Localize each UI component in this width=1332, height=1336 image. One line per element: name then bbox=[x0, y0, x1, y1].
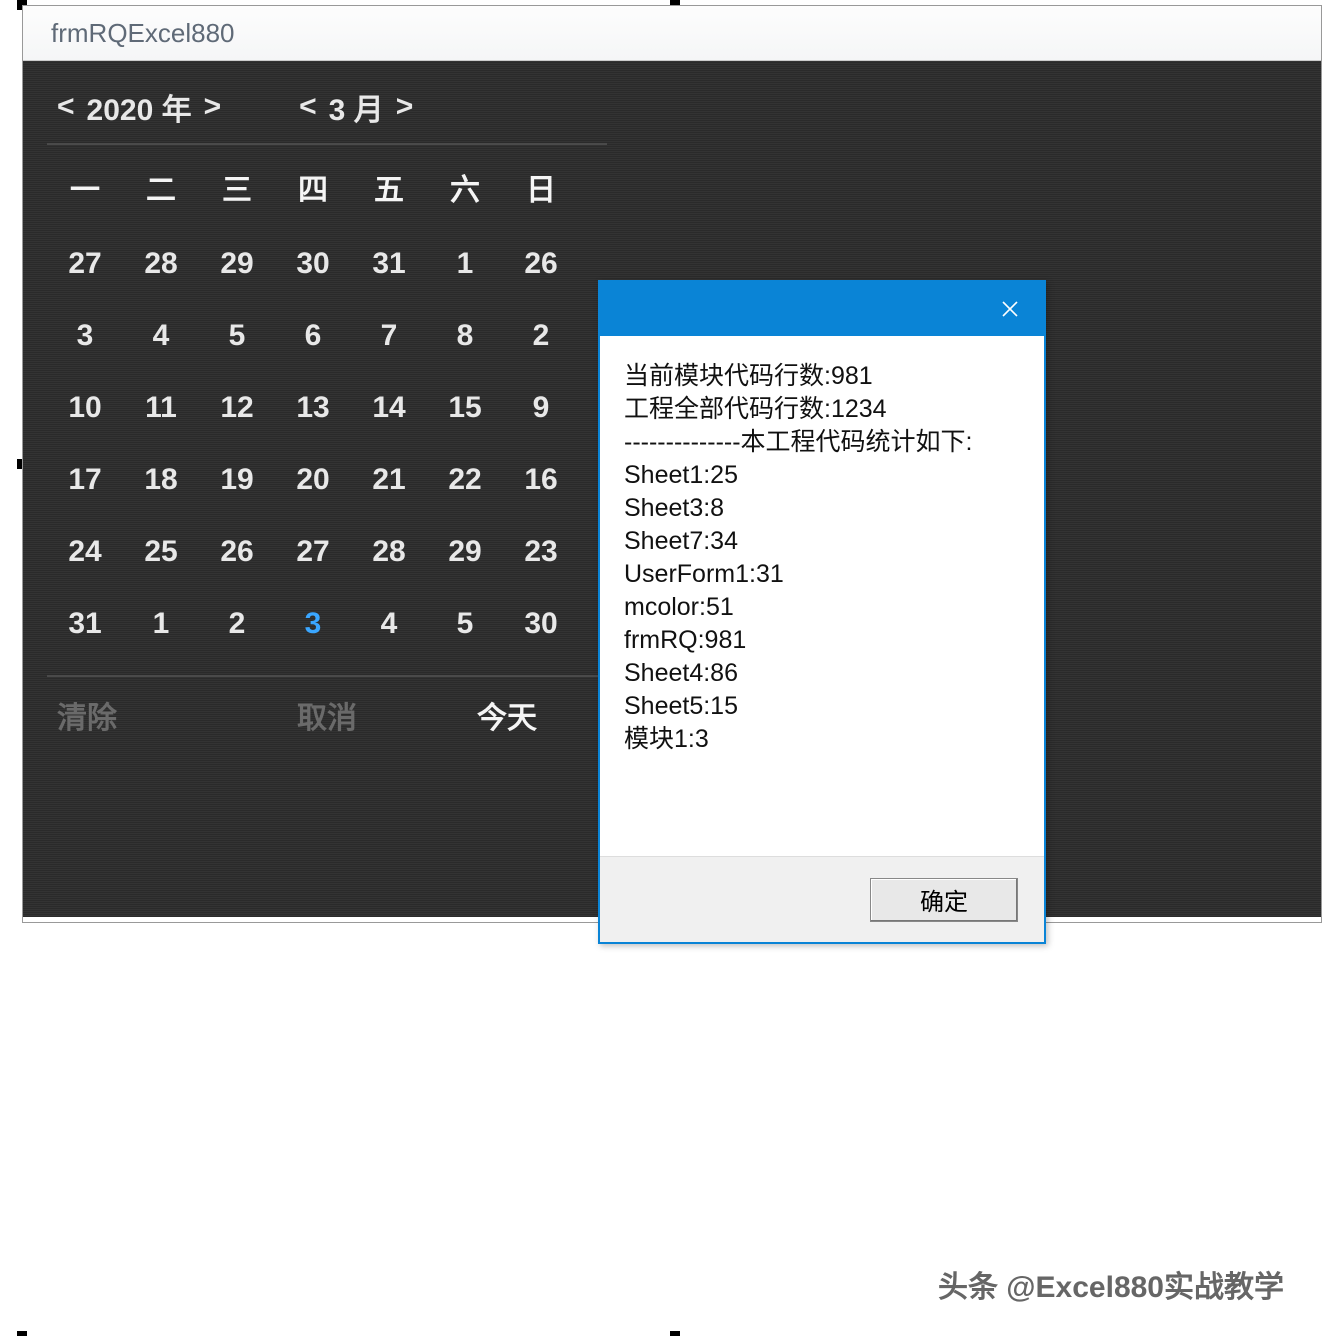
month-prev-button[interactable]: < bbox=[293, 90, 323, 124]
calendar-day[interactable]: 28 bbox=[123, 247, 199, 281]
form-titlebar[interactable]: frmRQExcel880 bbox=[23, 6, 1321, 61]
calendar-day[interactable]: 5 bbox=[427, 607, 503, 641]
weekday-header: 五 bbox=[351, 165, 427, 209]
calendar-day[interactable]: 3 bbox=[275, 607, 351, 641]
year-next-button[interactable]: > bbox=[198, 90, 228, 124]
messagebox-titlebar[interactable] bbox=[600, 282, 1044, 336]
resize-handle[interactable] bbox=[670, 1331, 680, 1336]
calendar-day[interactable]: 29 bbox=[427, 535, 503, 569]
calendar-day[interactable]: 4 bbox=[351, 607, 427, 641]
calendar-day[interactable]: 5 bbox=[199, 319, 275, 353]
messagebox-body: 当前模块代码行数:981工程全部代码行数:1234--------------本… bbox=[600, 336, 1044, 856]
weekday-header: 日 bbox=[503, 165, 579, 209]
calendar-day[interactable]: 26 bbox=[503, 247, 579, 281]
weekday-header: 四 bbox=[275, 165, 351, 209]
watermark-text: 头条 @Excel880实战教学 bbox=[938, 1262, 1284, 1306]
messagebox-line: Sheet3:8 bbox=[624, 492, 1024, 525]
form-title: frmRQExcel880 bbox=[51, 18, 235, 49]
messagebox-line: 工程全部代码行数:1234 bbox=[624, 393, 1024, 426]
messagebox-line: --------------本工程代码统计如下: bbox=[624, 426, 1024, 459]
messagebox-line: mcolor:51 bbox=[624, 591, 1024, 624]
calendar-day[interactable]: 27 bbox=[275, 535, 351, 569]
calendar-widget: < 2020 年 > < 3 月 > 一二三四五六日27282930311263… bbox=[47, 79, 607, 737]
calendar-footer: 清除 取消 今天 bbox=[47, 675, 607, 737]
calendar-day[interactable]: 26 bbox=[199, 535, 275, 569]
weekday-header: 一 bbox=[47, 165, 123, 209]
calendar-day[interactable]: 19 bbox=[199, 463, 275, 497]
calendar-day[interactable]: 25 bbox=[123, 535, 199, 569]
calendar-day[interactable]: 10 bbox=[47, 391, 123, 425]
calendar-day[interactable]: 22 bbox=[427, 463, 503, 497]
calendar-day[interactable]: 29 bbox=[199, 247, 275, 281]
calendar-day[interactable]: 9 bbox=[503, 391, 579, 425]
clear-button[interactable]: 清除 bbox=[57, 693, 237, 737]
calendar-day[interactable]: 21 bbox=[351, 463, 427, 497]
calendar-day[interactable]: 6 bbox=[275, 319, 351, 353]
calendar-day[interactable]: 30 bbox=[503, 607, 579, 641]
calendar-day[interactable]: 30 bbox=[275, 247, 351, 281]
calendar-day[interactable]: 23 bbox=[503, 535, 579, 569]
close-button[interactable] bbox=[990, 289, 1030, 329]
calendar-day[interactable]: 3 bbox=[47, 319, 123, 353]
messagebox-dialog: 当前模块代码行数:981工程全部代码行数:1234--------------本… bbox=[598, 280, 1046, 944]
calendar-day[interactable]: 7 bbox=[351, 319, 427, 353]
messagebox-line: Sheet5:15 bbox=[624, 690, 1024, 723]
calendar-day[interactable]: 27 bbox=[47, 247, 123, 281]
messagebox-line: Sheet7:34 bbox=[624, 525, 1024, 558]
resize-handle[interactable] bbox=[17, 1331, 27, 1336]
month-label[interactable]: 3 月 bbox=[329, 85, 384, 129]
today-button[interactable]: 今天 bbox=[417, 693, 597, 737]
weekday-header: 六 bbox=[427, 165, 503, 209]
calendar-day[interactable]: 14 bbox=[351, 391, 427, 425]
year-label[interactable]: 2020 年 bbox=[87, 85, 192, 129]
weekday-header: 二 bbox=[123, 165, 199, 209]
messagebox-line: 模块1:3 bbox=[624, 723, 1024, 756]
calendar-header: < 2020 年 > < 3 月 > bbox=[47, 79, 607, 145]
calendar-day[interactable]: 17 bbox=[47, 463, 123, 497]
messagebox-line: Sheet1:25 bbox=[624, 459, 1024, 492]
calendar-day[interactable]: 2 bbox=[199, 607, 275, 641]
calendar-day[interactable]: 12 bbox=[199, 391, 275, 425]
calendar-day[interactable]: 24 bbox=[47, 535, 123, 569]
calendar-day[interactable]: 20 bbox=[275, 463, 351, 497]
ok-button[interactable]: 确定 bbox=[870, 878, 1018, 922]
calendar-grid: 一二三四五六日272829303112634567821011121314159… bbox=[47, 145, 607, 641]
calendar-day[interactable]: 31 bbox=[351, 247, 427, 281]
messagebox-footer: 确定 bbox=[600, 856, 1044, 942]
messagebox-line: frmRQ:981 bbox=[624, 624, 1024, 657]
calendar-day[interactable]: 16 bbox=[503, 463, 579, 497]
calendar-day[interactable]: 31 bbox=[47, 607, 123, 641]
calendar-day[interactable]: 15 bbox=[427, 391, 503, 425]
messagebox-line: UserForm1:31 bbox=[624, 558, 1024, 591]
close-icon bbox=[1002, 301, 1018, 317]
calendar-day[interactable]: 13 bbox=[275, 391, 351, 425]
calendar-day[interactable]: 18 bbox=[123, 463, 199, 497]
calendar-day[interactable]: 11 bbox=[123, 391, 199, 425]
messagebox-line: Sheet4:86 bbox=[624, 657, 1024, 690]
weekday-header: 三 bbox=[199, 165, 275, 209]
messagebox-line: 当前模块代码行数:981 bbox=[624, 360, 1024, 393]
calendar-day[interactable]: 8 bbox=[427, 319, 503, 353]
month-next-button[interactable]: > bbox=[390, 90, 420, 124]
cancel-button[interactable]: 取消 bbox=[237, 693, 417, 737]
calendar-day[interactable]: 2 bbox=[503, 319, 579, 353]
calendar-day[interactable]: 28 bbox=[351, 535, 427, 569]
year-prev-button[interactable]: < bbox=[51, 90, 81, 124]
calendar-day[interactable]: 1 bbox=[123, 607, 199, 641]
calendar-day[interactable]: 1 bbox=[427, 247, 503, 281]
calendar-day[interactable]: 4 bbox=[123, 319, 199, 353]
